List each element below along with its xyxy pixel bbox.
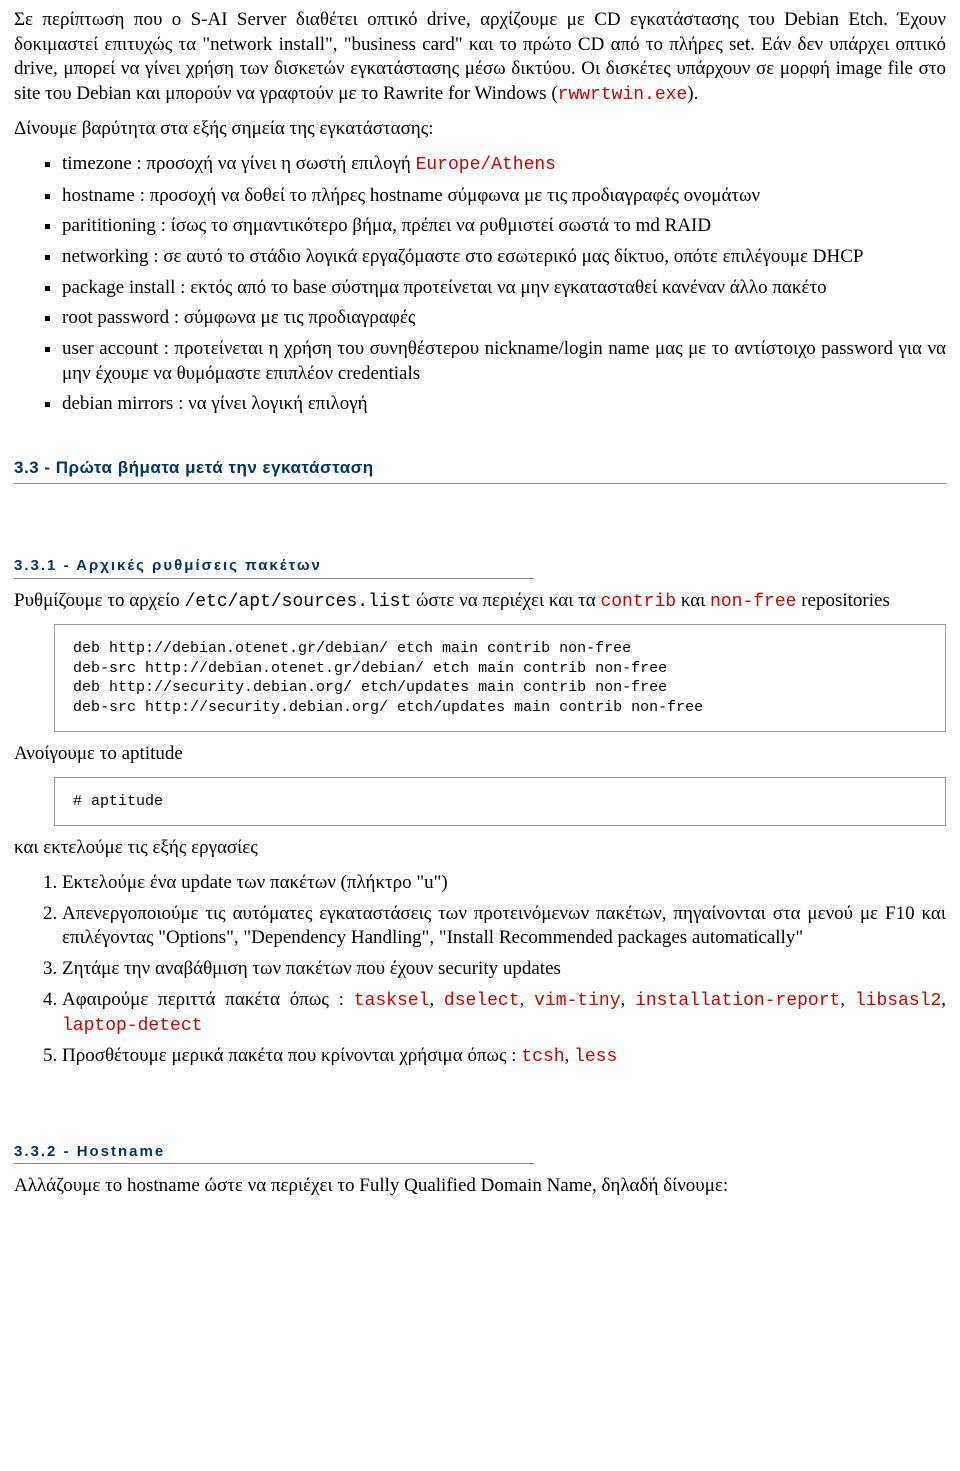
list-item: root password : σύμφωνα με τις προδιαγρα… (62, 306, 946, 331)
sep: , (941, 989, 946, 1010)
list-item: networking : σε αυτό το στάδιο λογικά ερ… (62, 245, 946, 270)
list-item: Απενεργοποιούμε τις αυτόματες εγκαταστάσ… (62, 902, 946, 951)
sep: , (520, 989, 535, 1010)
section-3-3-heading: 3.3 - Πρώτα βήματα μετά την εγκατάσταση (14, 457, 946, 484)
text: ). (687, 83, 698, 104)
sep: , (840, 989, 855, 1010)
text: timezone : προσοχή να γίνει η σωστή επιλ… (62, 153, 416, 174)
tasks-intro-paragraph: και εκτελούμε τις εξής εργασίες (14, 836, 946, 861)
sources-list-code: deb http://debian.otenet.gr/debian/ etch… (54, 624, 946, 732)
code-sources-path: /etc/apt/sources.list (184, 592, 411, 612)
install-points-list: timezone : προσοχή να γίνει η σωστή επιλ… (14, 152, 946, 417)
code-timezone: Europe/Athens (416, 155, 556, 175)
code-nonfree: non-free (710, 592, 796, 612)
pkg: laptop-detect (62, 1016, 202, 1036)
tasks-ordered-list: Εκτελούμε ένα update των πακέτων (πλήκτρ… (14, 871, 946, 1070)
list-item: hostname : προσοχή να δοθεί το πλήρες ho… (62, 184, 946, 209)
pkg: libsasl2 (855, 991, 941, 1011)
pkg: dselect (444, 991, 520, 1011)
section-3-3-1-heading: 3.3.1 - Αρχικές ρυθμίσεις πακέτων (14, 556, 534, 579)
text: ώστε να περιέχει και τα (411, 590, 600, 611)
text: Αφαιρούμε περιττά πακέτα όπως : (62, 989, 354, 1010)
hostname-paragraph: Αλλάζουμε το hostname ώστε να περιέχει τ… (14, 1174, 946, 1199)
pkg: tcsh (521, 1047, 564, 1067)
list-item: Εκτελούμε ένα update των πακέτων (πλήκτρ… (62, 871, 946, 896)
code-contrib: contrib (600, 592, 676, 612)
text: Ρυθμίζουμε το αρχείο (14, 590, 184, 611)
code-rwwrtwin: rwwrtwin.exe (558, 85, 688, 105)
text: και (676, 590, 710, 611)
text: repositories (796, 590, 889, 611)
section-3-3-2-heading: 3.3.2 - Hostname (14, 1142, 534, 1165)
list-item: Προσθέτουμε μερικά πακέτα που κρίνονται … (62, 1044, 946, 1069)
aptitude-command-code: # aptitude (54, 777, 946, 827)
pkg: installation-report (635, 991, 840, 1011)
sep: , (621, 989, 636, 1010)
list-item: Ζητάμε την αναβάθμιση των πακέτων που έχ… (62, 957, 946, 982)
pkg: tasksel (354, 991, 430, 1011)
list-item: Αφαιρούμε περιττά πακέτα όπως : tasksel,… (62, 988, 946, 1039)
sep: , (429, 989, 444, 1010)
list-item: debian mirrors : να γίνει λογική επιλογή (62, 392, 946, 417)
list-item: timezone : προσοχή να γίνει η σωστή επιλ… (62, 152, 946, 177)
sep: , (565, 1045, 575, 1066)
sources-list-paragraph: Ρυθμίζουμε το αρχείο /etc/apt/sources.li… (14, 589, 946, 614)
open-aptitude-paragraph: Ανοίγουμε το aptitude (14, 742, 946, 767)
intro-paragraph: Σε περίπτωση που ο S-AI Server διαθέτει … (14, 8, 946, 107)
pkg: vim-tiny (534, 991, 620, 1011)
text: Σε περίπτωση που ο S-AI Server διαθέτει … (14, 9, 946, 104)
list-item: package install : εκτός από το base σύστ… (62, 276, 946, 301)
install-points-intro: Δίνουμε βαρύτητα στα εξής σημεία της εγκ… (14, 117, 946, 142)
list-item: user account : προτείνεται η χρήση του σ… (62, 337, 946, 386)
text: Προσθέτουμε μερικά πακέτα που κρίνονται … (62, 1045, 521, 1066)
pkg: less (574, 1047, 617, 1067)
list-item: parititioning : ίσως το σημαντικότερο βή… (62, 214, 946, 239)
